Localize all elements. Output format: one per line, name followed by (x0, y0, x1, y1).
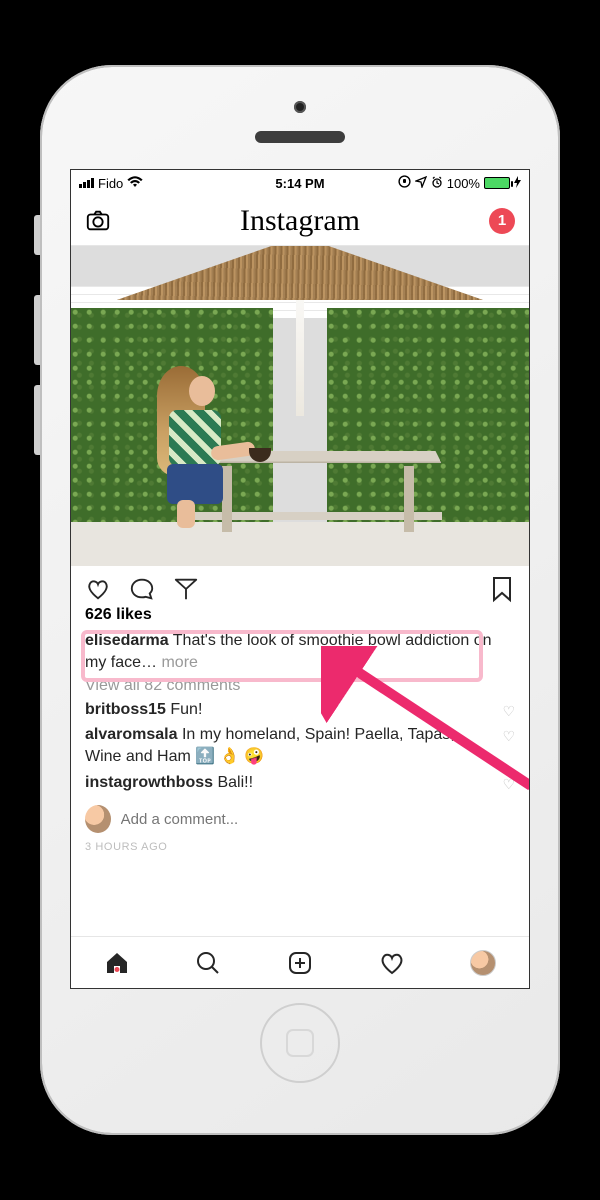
home-activity-dot (114, 967, 119, 972)
post-image[interactable] (71, 246, 529, 566)
share-icon[interactable] (173, 576, 199, 602)
comment-text: Fun! (170, 701, 202, 718)
post-actions (71, 566, 529, 606)
caption-username[interactable]: elisedarma (85, 632, 169, 649)
bookmark-icon[interactable] (489, 576, 515, 602)
tab-search[interactable] (188, 950, 228, 976)
dm-badge[interactable]: 1 (489, 208, 515, 234)
caption-block: elisedarma That's the look of smoothie b… (71, 630, 529, 697)
tab-home[interactable] (97, 950, 137, 976)
signal-bars-icon (79, 178, 94, 188)
likes-count[interactable]: 626 likes (71, 606, 529, 630)
comment-text: Bali!! (217, 774, 253, 791)
comment-username[interactable]: britboss15 (85, 701, 166, 718)
status-bar: Fido 5:14 PM 100% (71, 170, 529, 196)
orientation-lock-icon (398, 175, 411, 191)
comment-like-icon[interactable]: ♡ (502, 703, 515, 720)
volume-down-button (34, 385, 40, 455)
home-button[interactable] (260, 1003, 340, 1083)
front-camera (294, 101, 306, 113)
add-comment-input[interactable] (121, 811, 515, 828)
clock: 5:14 PM (226, 176, 373, 191)
tab-add-post[interactable] (280, 950, 320, 976)
comment-username[interactable]: instagrowthboss (85, 774, 213, 791)
comment-icon[interactable] (129, 576, 155, 602)
battery-pct: 100% (447, 176, 480, 191)
add-comment-row (71, 795, 529, 837)
comment-row: britboss15 Fun! ♡ (71, 697, 529, 723)
instagram-logo: Instagram (240, 204, 360, 238)
camera-icon[interactable] (85, 208, 111, 234)
earpiece-speaker (255, 131, 345, 143)
wifi-icon (127, 176, 143, 191)
caption-more-link[interactable]: more (161, 654, 197, 671)
comment-username[interactable]: alvaromsala (85, 726, 178, 743)
app-header: Instagram 1 (71, 196, 529, 246)
screen: Fido 5:14 PM 100% (70, 169, 530, 989)
comment-row: alvaromsala In my homeland, Spain! Paell… (71, 722, 529, 769)
tab-bar (71, 936, 529, 988)
own-avatar[interactable] (85, 805, 111, 833)
tab-profile[interactable] (463, 950, 503, 976)
alarm-icon (431, 176, 443, 191)
like-icon[interactable] (85, 576, 111, 602)
charging-icon (514, 176, 521, 191)
comment-like-icon[interactable]: ♡ (502, 728, 515, 745)
phone-frame: Fido 5:14 PM 100% (40, 65, 560, 1135)
location-icon (415, 176, 427, 191)
comment-like-icon[interactable]: ♡ (502, 776, 515, 793)
mute-switch (34, 215, 40, 255)
volume-up-button (34, 295, 40, 365)
tab-activity[interactable] (372, 950, 412, 976)
comment-row: instagrowthboss Bali!! ♡ (71, 770, 529, 796)
carrier-label: Fido (98, 176, 123, 191)
battery-icon (484, 177, 510, 189)
post-time-ago: 3 HOURS AGO (71, 837, 529, 863)
view-all-comments[interactable]: View all 82 comments (85, 675, 515, 697)
profile-avatar-icon (470, 950, 496, 976)
